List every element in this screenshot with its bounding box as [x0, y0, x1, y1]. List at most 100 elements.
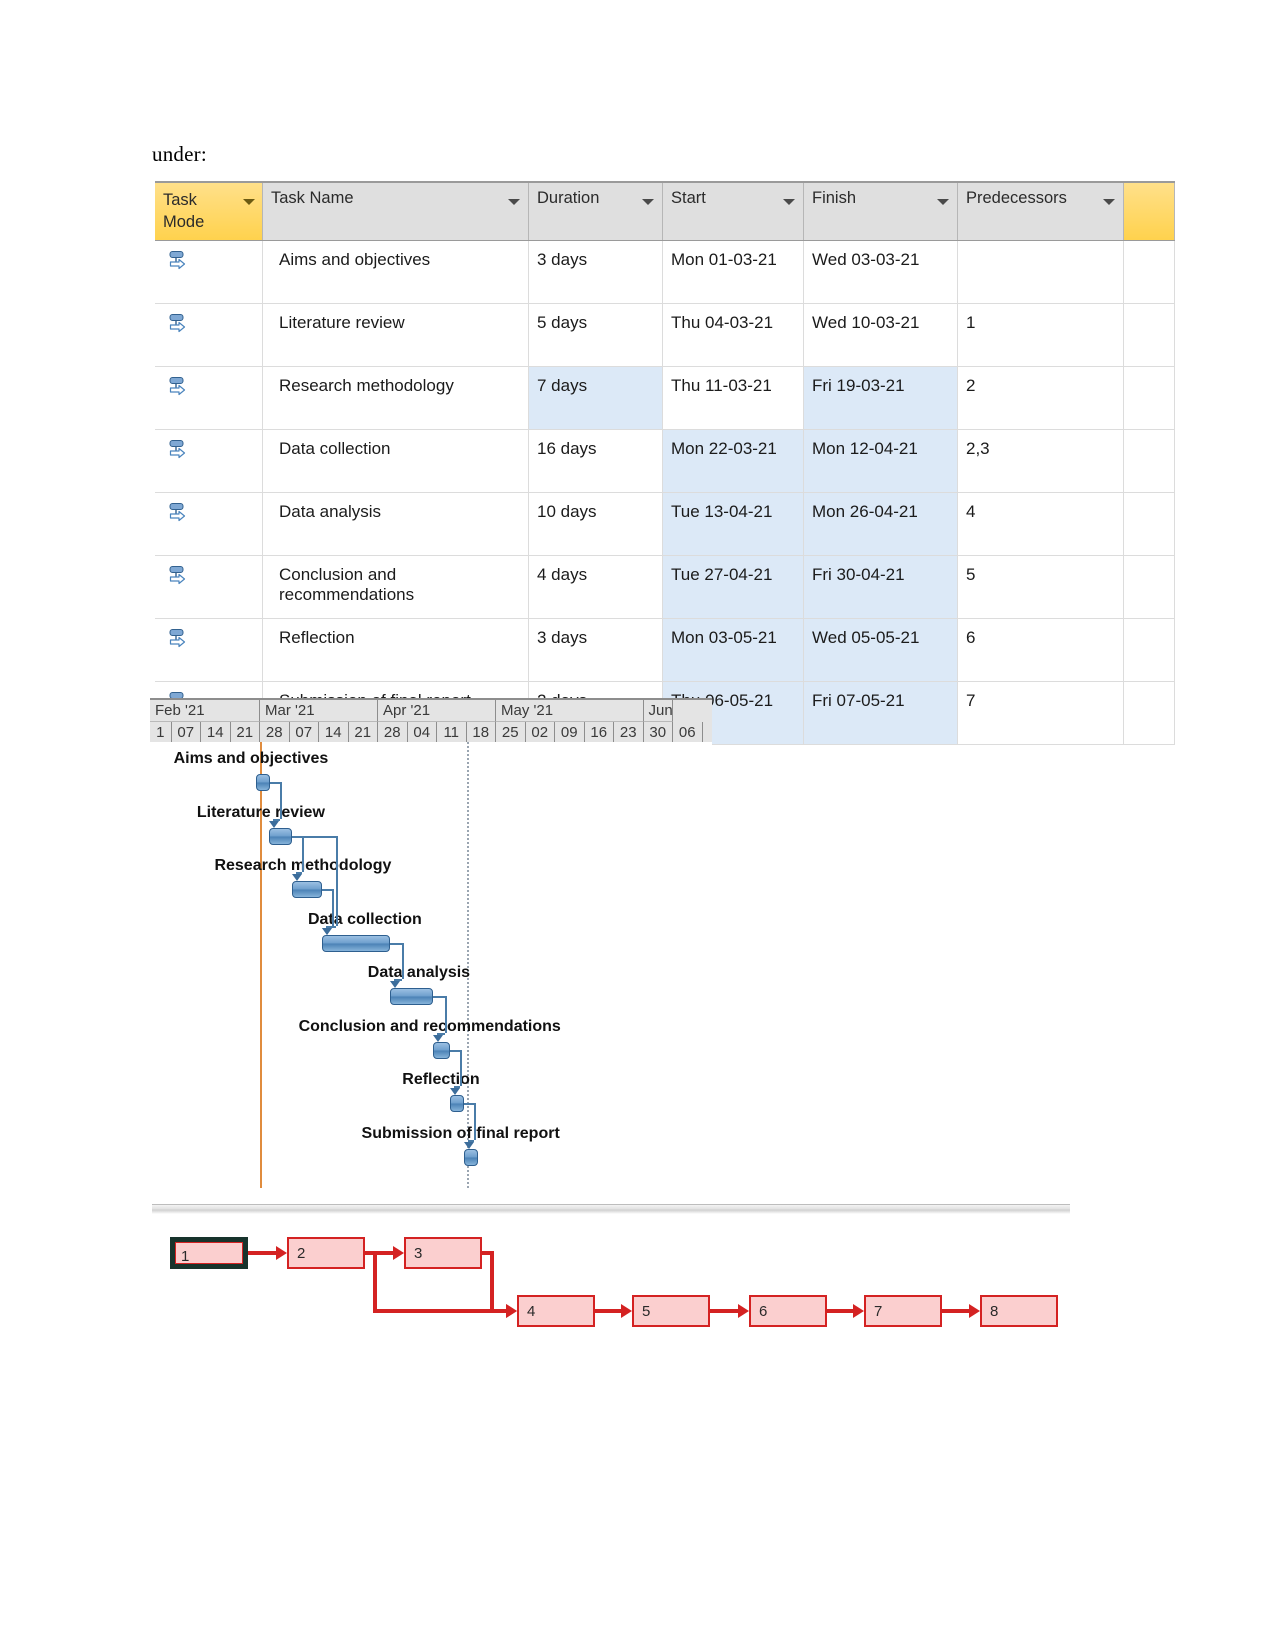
chevron-down-icon[interactable] — [243, 199, 255, 205]
cell-task-mode[interactable] — [155, 366, 263, 430]
network-node-6[interactable]: 6 — [749, 1295, 827, 1327]
cell-task-name[interactable]: Research methodology — [262, 366, 529, 430]
chevron-down-icon[interactable] — [508, 199, 520, 205]
network-node-2[interactable]: 2 — [287, 1237, 365, 1269]
gantt-bar[interactable] — [321, 934, 390, 952]
cell-start[interactable]: Tue 13-04-21 — [662, 492, 804, 556]
chevron-down-icon[interactable] — [642, 199, 654, 205]
manually-scheduled-icon[interactable] — [168, 502, 254, 528]
cell-extra[interactable] — [1123, 240, 1175, 304]
cell-finish[interactable]: Wed 05-05-21 — [803, 618, 958, 682]
cell-finish[interactable]: Wed 03-03-21 — [803, 240, 958, 304]
table-row[interactable]: Research methodology 7 days Thu 11-03-21 Fr… — [155, 366, 1175, 430]
cell-task-name[interactable]: Reflection — [262, 618, 529, 682]
cell-predecessors[interactable]: 7 — [957, 681, 1124, 745]
gantt-bar[interactable] — [255, 774, 270, 791]
cell-predecessors[interactable]: 2,3 — [957, 429, 1124, 493]
cell-extra[interactable] — [1123, 618, 1175, 682]
cell-start[interactable]: Mon 01-03-21 — [662, 240, 804, 304]
cell-task-mode[interactable] — [155, 429, 263, 493]
column-header-finish[interactable]: Finish — [803, 180, 958, 241]
network-node-3[interactable]: 3 — [404, 1237, 482, 1269]
gantt-bar[interactable] — [463, 1148, 478, 1166]
network-precedence-diagram[interactable]: 1 2 3 4 5 6 7 8 — [152, 1225, 1070, 1340]
cell-finish[interactable]: Mon 12-04-21 — [803, 429, 958, 493]
cell-predecessors[interactable]: 5 — [957, 555, 1124, 619]
table-row[interactable]: Reflection 3 days Mon 03-05-21 Wed 05-05-21… — [155, 618, 1175, 682]
cell-task-name[interactable]: Conclusion and recommendations — [262, 555, 529, 619]
cell-duration[interactable]: 3 days — [528, 240, 663, 304]
network-node-1[interactable]: 1 — [170, 1237, 248, 1269]
cell-predecessors[interactable]: 4 — [957, 492, 1124, 556]
cell-task-mode[interactable] — [155, 618, 263, 682]
cell-task-name[interactable]: Literature review — [262, 303, 529, 367]
cell-start[interactable]: Mon 22-03-21 — [662, 429, 804, 493]
cell-duration[interactable]: 5 days — [528, 303, 663, 367]
cell-finish[interactable]: Mon 26-04-21 — [803, 492, 958, 556]
cell-task-mode[interactable] — [155, 555, 263, 619]
cell-task-name[interactable]: Data collection — [262, 429, 529, 493]
cell-task-mode[interactable] — [155, 492, 263, 556]
manually-scheduled-icon[interactable] — [168, 628, 254, 654]
cell-extra[interactable] — [1123, 366, 1175, 430]
column-header-task-name[interactable]: Task Name — [262, 180, 529, 241]
cell-duration[interactable]: 3 days — [528, 618, 663, 682]
gantt-bar[interactable] — [292, 881, 322, 898]
cell-finish[interactable]: Fri 19-03-21 — [803, 366, 958, 430]
cell-extra[interactable] — [1123, 429, 1175, 493]
manually-scheduled-icon[interactable] — [168, 376, 254, 402]
cell-predecessors[interactable]: 6 — [957, 618, 1124, 682]
table-row[interactable]: Data analysis 10 days Tue 13-04-21 Mon 26-0… — [155, 492, 1175, 556]
cell-extra[interactable] — [1123, 555, 1175, 619]
cell-predecessors[interactable] — [957, 240, 1124, 304]
cell-task-name[interactable]: Data analysis — [262, 492, 529, 556]
table-row[interactable]: Aims and objectives 3 days Mon 01-03-21 Wed… — [155, 240, 1175, 304]
gantt-chart[interactable]: Feb '21Mar '21Apr '21May '21Jun '21 1071… — [150, 698, 712, 1188]
table-row[interactable]: Data collection 16 days Mon 22-03-21 Mon 12… — [155, 429, 1175, 493]
gantt-bar[interactable] — [450, 1095, 465, 1112]
network-node-8[interactable]: 8 — [980, 1295, 1058, 1327]
network-node-4[interactable]: 4 — [517, 1295, 595, 1327]
cell-duration[interactable]: 10 days — [528, 492, 663, 556]
cell-finish[interactable]: Fri 30-04-21 — [803, 555, 958, 619]
chevron-down-icon[interactable] — [783, 199, 795, 205]
cell-finish[interactable]: Fri 07-05-21 — [803, 681, 958, 745]
chevron-down-icon[interactable] — [1103, 199, 1115, 205]
cell-extra[interactable] — [1123, 681, 1175, 745]
gantt-bar[interactable] — [432, 1041, 451, 1059]
cell-predecessors[interactable]: 1 — [957, 303, 1124, 367]
manually-scheduled-icon[interactable] — [168, 313, 254, 339]
cell-start[interactable]: Thu 11-03-21 — [662, 366, 804, 430]
column-header-predecessors[interactable]: Predecessors — [957, 180, 1124, 241]
cell-start[interactable]: Tue 27-04-21 — [662, 555, 804, 619]
chevron-down-icon[interactable] — [937, 199, 949, 205]
manually-scheduled-icon[interactable] — [168, 565, 254, 591]
gantt-bar[interactable] — [268, 827, 293, 845]
project-task-table[interactable]: Task Mode Task Name Duration Start Finish… — [155, 180, 1175, 745]
column-header-task-mode[interactable]: Task Mode — [155, 180, 263, 241]
table-row[interactable]: Literature review 5 days Thu 04-03-21 Wed 1… — [155, 303, 1175, 367]
gantt-bar[interactable] — [389, 988, 433, 1005]
network-node-7[interactable]: 7 — [864, 1295, 942, 1327]
manually-scheduled-icon[interactable] — [168, 439, 254, 465]
column-header-next-partial[interactable] — [1123, 180, 1175, 241]
cell-duration[interactable]: 7 days — [528, 366, 663, 430]
cell-duration[interactable]: 16 days — [528, 429, 663, 493]
cell-predecessors[interactable]: 2 — [957, 366, 1124, 430]
cell-start[interactable]: Mon 03-05-21 — [662, 618, 804, 682]
column-header-start[interactable]: Start — [662, 180, 804, 241]
network-node-5[interactable]: 5 — [632, 1295, 710, 1327]
cell-extra[interactable] — [1123, 492, 1175, 556]
manually-scheduled-icon[interactable] — [168, 250, 254, 276]
cell-task-name[interactable]: Aims and objectives — [262, 240, 529, 304]
gantt-plot-area[interactable]: Aims and objectives Literature review Rese… — [150, 742, 712, 1188]
cell-start[interactable]: Thu 04-03-21 — [662, 303, 804, 367]
table-row[interactable]: Conclusion and recommendations 4 days Tue … — [155, 555, 1175, 619]
cell-duration[interactable]: 4 days — [528, 555, 663, 619]
cell-task-mode[interactable] — [155, 303, 263, 367]
cell-extra[interactable] — [1123, 303, 1175, 367]
column-header-duration[interactable]: Duration — [528, 180, 663, 241]
network-arrow-icon — [506, 1304, 517, 1318]
cell-task-mode[interactable] — [155, 240, 263, 304]
cell-finish[interactable]: Wed 10-03-21 — [803, 303, 958, 367]
